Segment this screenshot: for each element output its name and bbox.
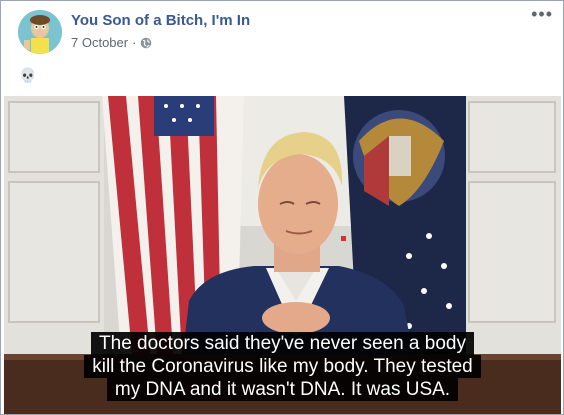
author-avatar[interactable] xyxy=(18,10,62,54)
post-card: You Son of a Bitch, I'm In 7 October · •… xyxy=(0,0,564,415)
more-options-button[interactable]: ••• xyxy=(531,5,553,23)
video-caption: The doctors said they've never seen a bo… xyxy=(4,332,561,401)
post-meta: 7 October · xyxy=(71,35,152,50)
post-text: 💀 xyxy=(19,67,37,83)
post-image[interactable]: The doctors said they've never seen a bo… xyxy=(4,96,561,414)
caption-line-2: kill the Coronavirus like my body. They … xyxy=(84,355,481,378)
post-date-link[interactable]: 7 October xyxy=(71,35,128,50)
meta-separator: · xyxy=(132,35,137,50)
globe-icon[interactable] xyxy=(140,37,152,49)
caption-line-3: my DNA and it wasn't DNA. It was USA. xyxy=(106,378,459,401)
author-name-link[interactable]: You Son of a Bitch, I'm In xyxy=(71,12,250,29)
caption-line-1: The doctors said they've never seen a bo… xyxy=(91,332,474,355)
